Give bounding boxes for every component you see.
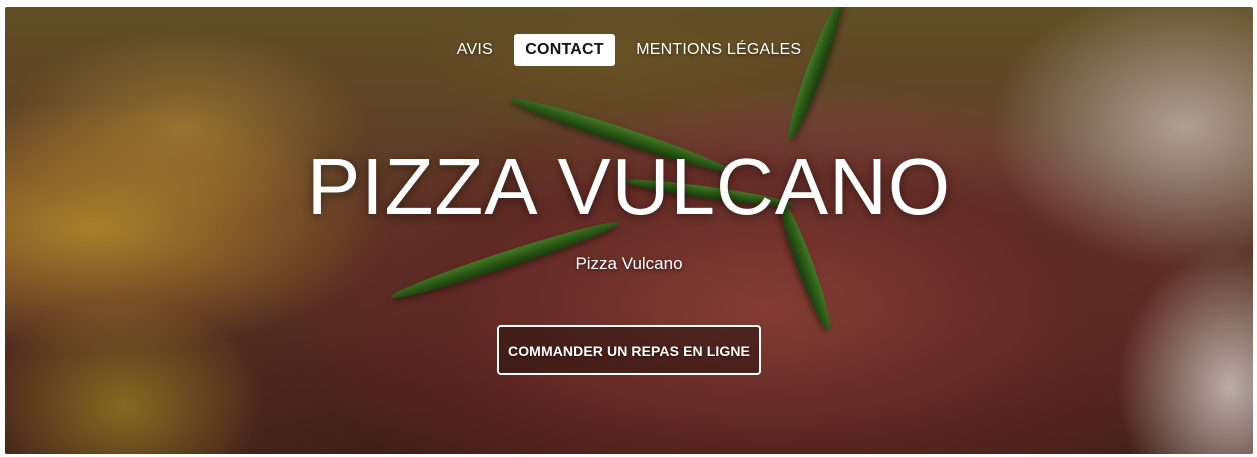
page-subtitle: Pizza Vulcano xyxy=(575,254,683,273)
nav-item-avis[interactable]: AVIS xyxy=(446,34,504,66)
nav-item-contact[interactable]: CONTACT xyxy=(514,34,615,66)
nav-item-mentions-legales[interactable]: MENTIONS LÉGALES xyxy=(625,34,812,66)
order-online-button[interactable]: COMMANDER UN REPAS EN LIGNE xyxy=(496,325,761,375)
cta-container: COMMANDER UN REPAS EN LIGNE xyxy=(5,325,1253,375)
hero-section: AVIS CONTACT MENTIONS LÉGALES PIZZA VULC… xyxy=(5,7,1253,454)
main-navigation: AVIS CONTACT MENTIONS LÉGALES xyxy=(5,34,1253,66)
page-title: PIZZA VULCANO xyxy=(306,142,952,231)
